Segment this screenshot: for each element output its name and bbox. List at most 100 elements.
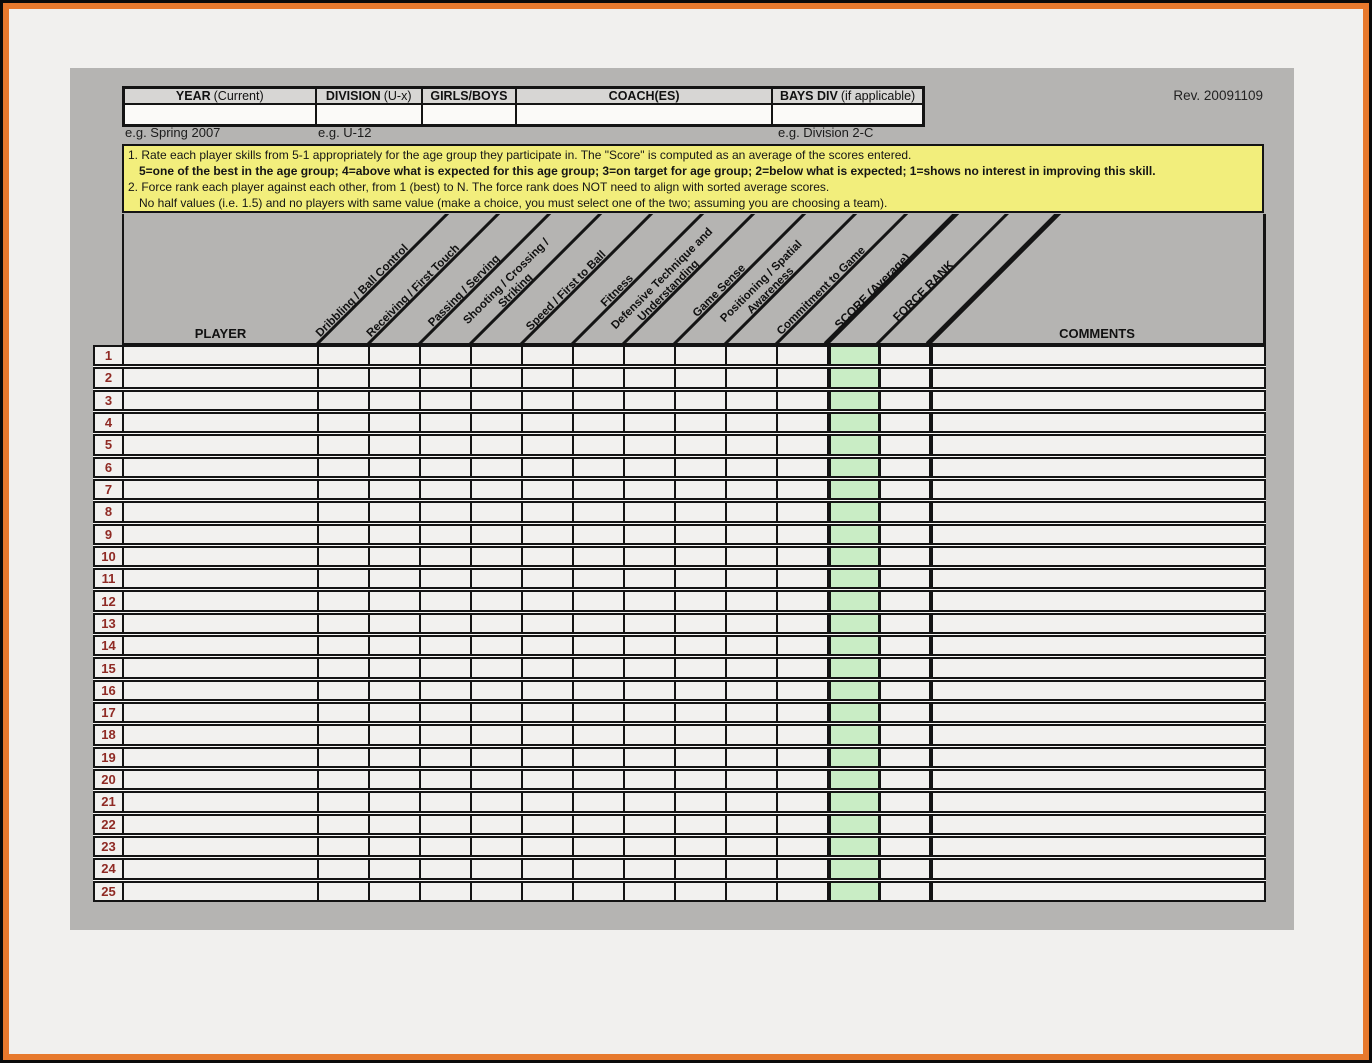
skill-score-cell-2[interactable] bbox=[419, 526, 470, 543]
skill-score-cell-2[interactable] bbox=[419, 860, 470, 877]
skill-score-cell-0[interactable] bbox=[317, 749, 368, 766]
skill-score-cell-1[interactable] bbox=[368, 570, 419, 587]
skill-score-cell-8[interactable] bbox=[725, 749, 776, 766]
player-name-cell[interactable] bbox=[124, 526, 317, 543]
skill-score-cell-1[interactable] bbox=[368, 347, 419, 364]
skill-score-cell-3[interactable] bbox=[470, 749, 521, 766]
skill-score-cell-2[interactable] bbox=[419, 838, 470, 855]
skill-score-cell-3[interactable] bbox=[470, 771, 521, 788]
skill-score-cell-1[interactable] bbox=[368, 771, 419, 788]
comments-cell[interactable] bbox=[929, 659, 1264, 676]
skill-score-cell-5[interactable] bbox=[572, 793, 623, 810]
skill-score-cell-2[interactable] bbox=[419, 883, 470, 900]
skill-score-cell-9[interactable] bbox=[776, 637, 827, 654]
skill-score-cell-1[interactable] bbox=[368, 459, 419, 476]
skill-score-cell-5[interactable] bbox=[572, 392, 623, 409]
skill-score-cell-6[interactable] bbox=[623, 749, 674, 766]
force-rank-cell[interactable] bbox=[878, 659, 929, 676]
skill-score-cell-1[interactable] bbox=[368, 659, 419, 676]
skill-score-cell-7[interactable] bbox=[674, 392, 725, 409]
comments-cell[interactable] bbox=[929, 414, 1264, 431]
skill-score-cell-6[interactable] bbox=[623, 592, 674, 609]
skill-score-cell-1[interactable] bbox=[368, 637, 419, 654]
skill-score-cell-7[interactable] bbox=[674, 436, 725, 453]
skill-score-cell-2[interactable] bbox=[419, 592, 470, 609]
comments-cell[interactable] bbox=[929, 726, 1264, 743]
skill-score-cell-2[interactable] bbox=[419, 615, 470, 632]
skill-score-cell-2[interactable] bbox=[419, 570, 470, 587]
skill-score-cell-1[interactable] bbox=[368, 526, 419, 543]
skill-score-cell-8[interactable] bbox=[725, 503, 776, 520]
force-rank-cell[interactable] bbox=[878, 726, 929, 743]
comments-cell[interactable] bbox=[929, 704, 1264, 721]
skill-score-cell-2[interactable] bbox=[419, 726, 470, 743]
skill-score-cell-4[interactable] bbox=[521, 637, 572, 654]
skill-score-cell-5[interactable] bbox=[572, 548, 623, 565]
skill-score-cell-7[interactable] bbox=[674, 883, 725, 900]
comments-cell[interactable] bbox=[929, 816, 1264, 833]
skill-score-cell-8[interactable] bbox=[725, 392, 776, 409]
player-name-cell[interactable] bbox=[124, 771, 317, 788]
comments-cell[interactable] bbox=[929, 526, 1264, 543]
comments-cell[interactable] bbox=[929, 615, 1264, 632]
skill-score-cell-7[interactable] bbox=[674, 659, 725, 676]
skill-score-cell-5[interactable] bbox=[572, 816, 623, 833]
comments-cell[interactable] bbox=[929, 548, 1264, 565]
skill-score-cell-6[interactable] bbox=[623, 883, 674, 900]
skill-score-cell-1[interactable] bbox=[368, 883, 419, 900]
skill-score-cell-9[interactable] bbox=[776, 704, 827, 721]
skill-score-cell-6[interactable] bbox=[623, 392, 674, 409]
skill-score-cell-8[interactable] bbox=[725, 682, 776, 699]
player-name-cell[interactable] bbox=[124, 369, 317, 386]
skill-score-cell-1[interactable] bbox=[368, 414, 419, 431]
skill-score-cell-4[interactable] bbox=[521, 816, 572, 833]
meta-input-cell[interactable] bbox=[517, 105, 771, 124]
skill-score-cell-9[interactable] bbox=[776, 414, 827, 431]
force-rank-cell[interactable] bbox=[878, 548, 929, 565]
player-name-cell[interactable] bbox=[124, 570, 317, 587]
skill-score-cell-9[interactable] bbox=[776, 369, 827, 386]
meta-input-cell[interactable] bbox=[125, 105, 315, 124]
skill-score-cell-0[interactable] bbox=[317, 414, 368, 431]
skill-score-cell-9[interactable] bbox=[776, 436, 827, 453]
skill-score-cell-4[interactable] bbox=[521, 749, 572, 766]
skill-score-cell-6[interactable] bbox=[623, 459, 674, 476]
skill-score-cell-6[interactable] bbox=[623, 682, 674, 699]
skill-score-cell-8[interactable] bbox=[725, 414, 776, 431]
skill-score-cell-4[interactable] bbox=[521, 883, 572, 900]
player-name-cell[interactable] bbox=[124, 637, 317, 654]
skill-score-cell-8[interactable] bbox=[725, 481, 776, 498]
comments-cell[interactable] bbox=[929, 392, 1264, 409]
skill-score-cell-4[interactable] bbox=[521, 347, 572, 364]
skill-score-cell-2[interactable] bbox=[419, 347, 470, 364]
skill-score-cell-5[interactable] bbox=[572, 682, 623, 699]
skill-score-cell-4[interactable] bbox=[521, 793, 572, 810]
skill-score-cell-2[interactable] bbox=[419, 503, 470, 520]
skill-score-cell-8[interactable] bbox=[725, 615, 776, 632]
skill-score-cell-3[interactable] bbox=[470, 369, 521, 386]
skill-score-cell-7[interactable] bbox=[674, 414, 725, 431]
skill-score-cell-0[interactable] bbox=[317, 726, 368, 743]
skill-score-cell-6[interactable] bbox=[623, 369, 674, 386]
skill-score-cell-0[interactable] bbox=[317, 436, 368, 453]
skill-score-cell-1[interactable] bbox=[368, 392, 419, 409]
comments-cell[interactable] bbox=[929, 347, 1264, 364]
skill-score-cell-9[interactable] bbox=[776, 392, 827, 409]
skill-score-cell-0[interactable] bbox=[317, 771, 368, 788]
skill-score-cell-9[interactable] bbox=[776, 526, 827, 543]
comments-cell[interactable] bbox=[929, 592, 1264, 609]
player-name-cell[interactable] bbox=[124, 592, 317, 609]
skill-score-cell-9[interactable] bbox=[776, 883, 827, 900]
skill-score-cell-5[interactable] bbox=[572, 726, 623, 743]
skill-score-cell-5[interactable] bbox=[572, 436, 623, 453]
skill-score-cell-7[interactable] bbox=[674, 503, 725, 520]
skill-score-cell-5[interactable] bbox=[572, 481, 623, 498]
skill-score-cell-0[interactable] bbox=[317, 838, 368, 855]
skill-score-cell-2[interactable] bbox=[419, 682, 470, 699]
skill-score-cell-7[interactable] bbox=[674, 615, 725, 632]
skill-score-cell-3[interactable] bbox=[470, 682, 521, 699]
skill-score-cell-8[interactable] bbox=[725, 347, 776, 364]
skill-score-cell-3[interactable] bbox=[470, 793, 521, 810]
skill-score-cell-6[interactable] bbox=[623, 860, 674, 877]
player-name-cell[interactable] bbox=[124, 414, 317, 431]
